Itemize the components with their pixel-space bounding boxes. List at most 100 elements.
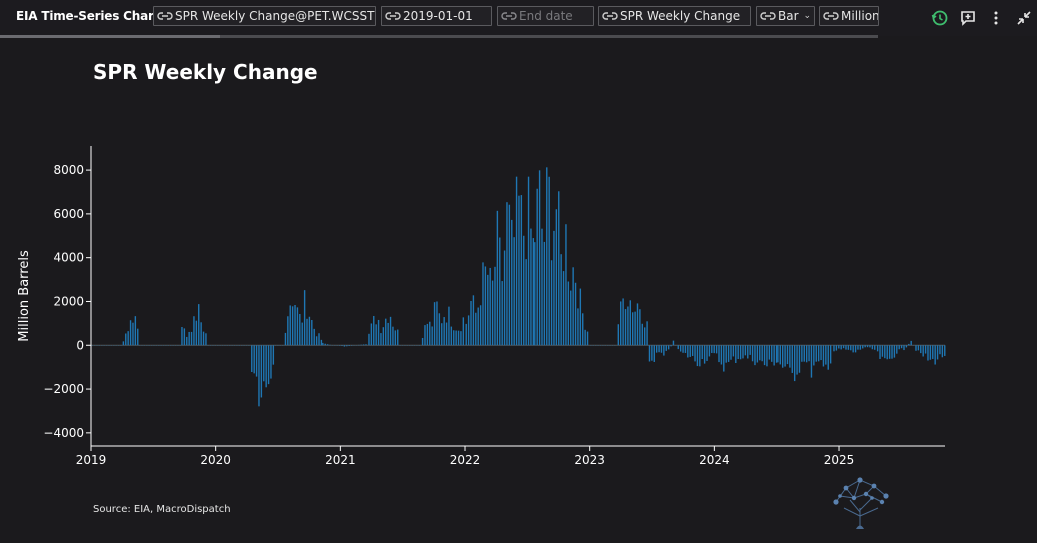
bar [482,262,484,346]
bar [840,345,842,350]
bar [360,344,362,346]
bar [696,345,699,367]
x-tick-label: 2024 [699,453,730,467]
bar [326,344,329,346]
y-axis-label: Million Barrels [17,250,32,342]
bar [829,345,832,364]
bar [763,345,766,366]
bar [132,322,134,346]
bar [308,316,311,346]
bar [499,237,501,346]
bar [584,329,586,346]
bar [129,320,132,346]
bar [572,267,574,346]
bar [667,345,670,350]
bar [511,219,513,346]
bar [944,345,946,356]
bar [773,345,775,366]
bar [494,266,496,346]
bar [663,345,665,356]
bar [193,316,195,346]
bar [365,344,367,346]
bar [518,195,520,346]
bar [375,324,377,346]
bar [703,345,706,364]
bar [289,305,291,346]
bar [910,340,912,346]
bar [646,321,648,346]
bar [859,345,862,350]
bar [634,311,636,346]
bar [582,313,584,346]
bar [927,345,929,361]
bar [737,345,739,359]
tree-network-logo [833,477,889,529]
bar [479,305,482,346]
bar [789,345,791,368]
bar [448,306,450,346]
bar [195,320,198,346]
bar [441,323,443,346]
bar [866,345,869,348]
bar [265,345,267,388]
bar [687,345,689,358]
bar [394,330,397,346]
y-tick-label: 0 [76,338,84,352]
bar [462,317,465,346]
bar [715,345,718,354]
bar [299,313,301,346]
bar [122,341,125,346]
bar [929,345,932,360]
bar [538,170,541,346]
bar [251,345,253,372]
bar [487,274,489,346]
bar [387,322,389,346]
bar [450,326,453,346]
bar [255,345,258,377]
bar [813,345,815,366]
bar [385,318,387,346]
bar [315,336,318,346]
x-tick-label: 2022 [450,453,481,467]
bar [431,326,433,346]
bar [871,345,874,350]
bar [735,345,737,364]
bar [727,345,730,362]
bar [744,345,747,356]
bar [579,288,582,346]
bar [475,312,477,346]
bar [565,224,567,346]
bar [820,345,822,361]
bar [624,309,627,346]
bar [711,345,713,353]
bar [258,345,260,407]
bar [810,345,813,378]
bar [368,333,370,346]
bar [781,345,784,368]
bar [908,343,910,346]
bar [815,345,817,362]
bar [881,345,884,357]
bar [465,323,467,346]
bar [389,316,392,346]
bar [679,345,682,352]
bar [751,345,754,362]
bar [893,345,896,358]
bar [845,345,847,350]
bar [253,345,255,374]
bar [775,345,778,363]
bar [546,167,548,346]
bar [472,295,475,346]
bar [287,316,289,346]
y-tick-label: 2000 [53,294,84,308]
bar [555,209,558,346]
bar [346,345,348,347]
bar [503,250,506,346]
bar [759,345,761,361]
bar [291,306,294,346]
bar [917,345,920,351]
bar [932,345,934,359]
bar [658,345,660,353]
bar [891,345,893,359]
bar [924,345,927,354]
